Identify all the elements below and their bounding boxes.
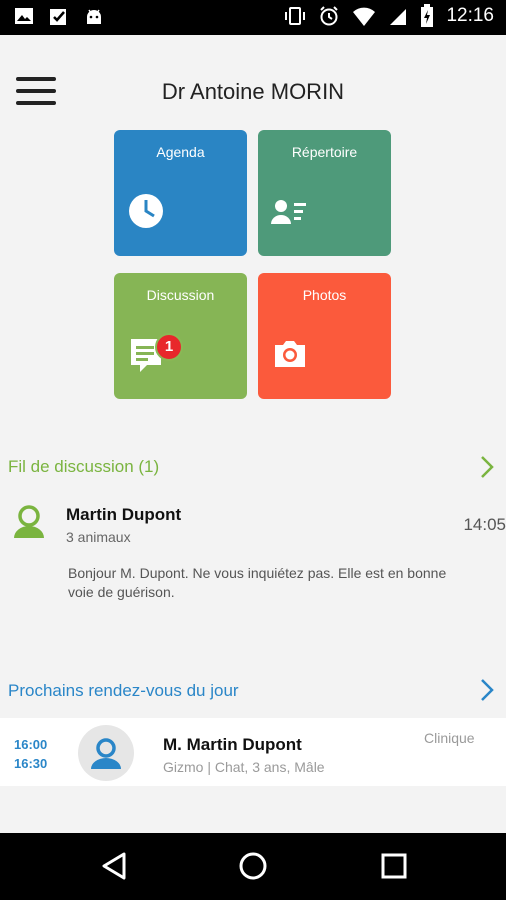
tile-discussion[interactable]: Discussion 1	[114, 273, 247, 399]
vibrate-icon	[285, 7, 306, 25]
appointment-end: 16:30	[14, 756, 48, 771]
app-header: Dr Antoine MORIN	[0, 35, 506, 130]
message-sender: Martin Dupont	[66, 505, 182, 524]
camera-icon	[275, 341, 305, 367]
page-title: Dr Antoine MORIN	[161, 79, 345, 104]
appointment-row[interactable]: 16:00 16:30 M. Martin Dupont Gizmo | Cha…	[0, 718, 506, 786]
battery-charging-icon	[421, 4, 434, 27]
tile-agenda[interactable]: Agenda	[114, 130, 247, 256]
avatar	[78, 725, 134, 781]
contacts-icon	[271, 200, 306, 224]
user-icon	[91, 738, 121, 769]
clock-time: 12:16	[446, 5, 494, 26]
navigation-bar	[0, 833, 506, 900]
back-icon[interactable]	[100, 851, 128, 881]
appointments-heading[interactable]: Prochains rendez-vous du jour	[8, 681, 239, 701]
message-subtitle: 3 animaux	[66, 529, 131, 545]
android-icon	[87, 9, 101, 24]
alarm-icon	[320, 6, 339, 26]
chevron-right-icon[interactable]	[480, 455, 494, 479]
tile-photos-label: Photos	[302, 287, 347, 303]
gallery-icon	[15, 8, 33, 24]
appointment-client: M. Martin Dupont	[163, 735, 302, 754]
avatar-icon	[14, 505, 44, 538]
tile-repertoire[interactable]: Répertoire	[258, 130, 391, 256]
message-text: Bonjour M. Dupont. Ne vous inquiétez pas…	[68, 565, 447, 600]
clipboard-check-icon	[50, 9, 66, 25]
appointment-details: Gizmo | Chat, 3 ans, Mâle	[163, 759, 325, 775]
message-time: 14:05	[463, 515, 506, 534]
appointment-place: Clinique	[424, 730, 475, 746]
appointment-start: 16:00	[14, 737, 48, 752]
signal-icon	[390, 9, 407, 25]
tile-photos[interactable]: Photos	[258, 273, 391, 399]
home-icon[interactable]	[238, 851, 268, 881]
chevron-right-icon[interactable]	[480, 678, 494, 702]
wifi-icon	[353, 7, 376, 26]
tile-agenda-label: Agenda	[156, 144, 205, 160]
recents-icon[interactable]	[380, 852, 408, 880]
discussion-heading[interactable]: Fil de discussion (1)	[8, 457, 159, 477]
unread-badge: 1	[155, 333, 183, 361]
status-bar: 12:16	[0, 0, 506, 35]
clock-icon	[129, 194, 163, 228]
tile-discussion-label: Discussion	[146, 287, 215, 303]
tile-repertoire-label: Répertoire	[291, 144, 358, 160]
